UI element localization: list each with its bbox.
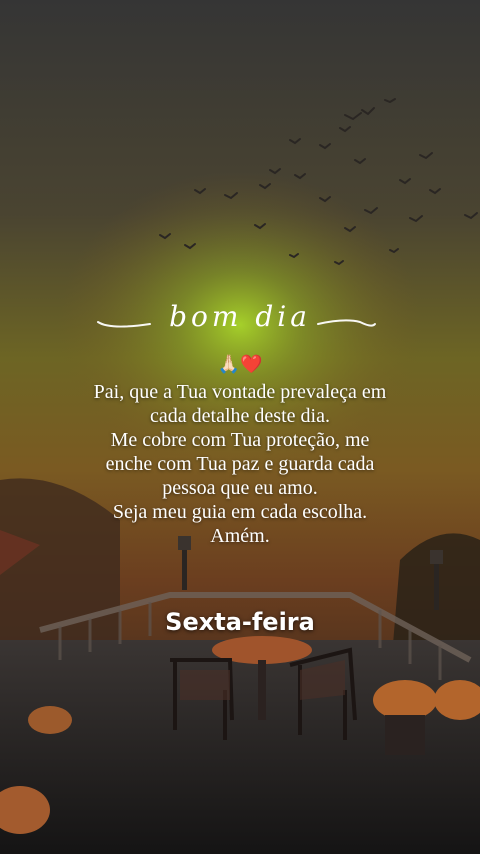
prayer-message: Pai, que a Tua vontade prevaleça em cada… — [40, 380, 440, 548]
message-line: Pai, que a Tua vontade prevaleça em — [93, 381, 387, 403]
greeting-title: bom dia — [169, 300, 311, 333]
message-line: Me cobre com Tua proteção, me — [110, 429, 370, 451]
prayer-heart-emoji: 🙏🏻❤️ — [217, 354, 263, 374]
message-line: pessoa que eu amo. — [162, 477, 318, 499]
message-line: Seja meu guia em cada escolha. — [112, 501, 368, 523]
message-line: enche com Tua paz e guarda cada — [105, 453, 375, 475]
weekday-label: Sexta-feira — [165, 608, 315, 636]
message-line: Amém. — [210, 525, 270, 547]
message-line: cada detalhe deste dia. — [150, 405, 330, 427]
